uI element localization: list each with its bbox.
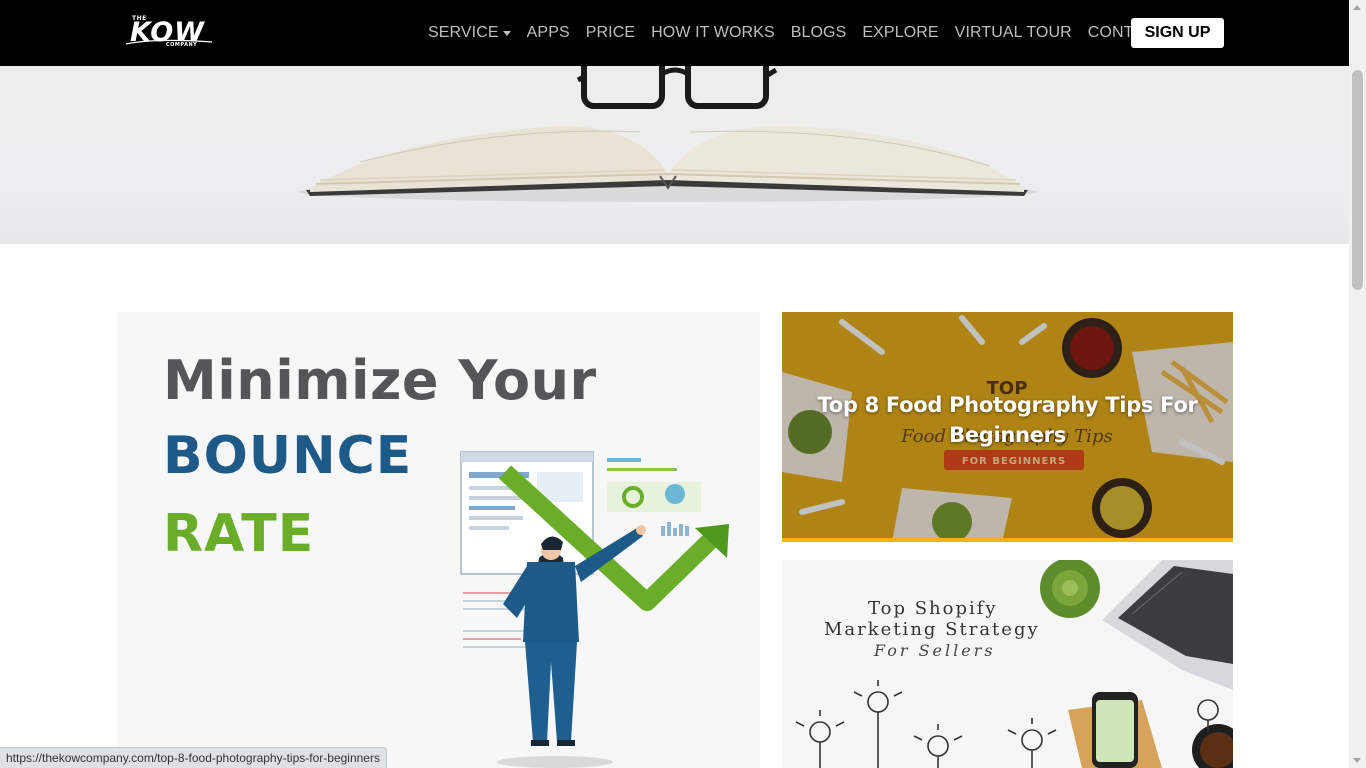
browser-status-url: https://thekowcompany.com/top-8-food-pho… [0,747,387,768]
nav-how-it-works[interactable]: HOW IT WORKS [643,0,783,66]
nav-virtual-tour[interactable]: VIRTUAL TOUR [947,0,1080,66]
scroll-up-arrow-icon[interactable] [1353,5,1361,10]
post-accent-bar [782,538,1233,542]
nav-price[interactable]: PRICE [578,0,643,66]
post-shopify-marketing[interactable]: Top Shopify Marketing Strategy For Selle… [782,560,1233,768]
post-food-photography-title[interactable]: Top 8 Food Photography Tips For Beginner… [812,390,1203,450]
hero-banner [0,66,1349,244]
nav-blogs[interactable]: BLOGS [783,0,855,66]
shopify-marketing-image [782,560,1233,768]
logo-company: COMPANY [166,42,198,48]
nav-explore[interactable]: EXPLORE [854,0,946,66]
shopify-title-line1: Top Shopify [868,598,998,619]
nav-service[interactable]: SERVICE [420,0,519,66]
shopify-title-line2: Marketing Strategy [824,619,1040,640]
page: THE KOW COMPANY SERVICE APPS PRICE HOW I… [0,0,1366,768]
featured-title-line2: BOUNCE [163,426,413,486]
signup-button[interactable]: SIGN UP [1131,18,1224,48]
chevron-down-icon [502,30,511,36]
nav-apps[interactable]: APPS [519,0,578,66]
scrollbar-thumb[interactable] [1352,70,1363,290]
featured-title-line1: Minimize Your [163,349,597,412]
analytics-man-illustration [460,451,729,768]
kow-company-logo[interactable]: THE KOW COMPANY [124,12,216,52]
nav-service-label: SERVICE [428,24,499,41]
scroll-down-arrow-icon[interactable] [1353,758,1361,763]
open-book-with-glasses-image [298,66,1038,202]
nav-links: SERVICE APPS PRICE HOW IT WORKS BLOGS EX… [420,0,1173,66]
post-food-photography[interactable]: TOP Food Photography Tips FOR BEGINNERS … [782,312,1233,542]
vertical-scrollbar[interactable] [1349,0,1366,768]
shopify-title-line3: For Sellers [874,641,996,660]
featured-title-line3: RATE [163,504,315,564]
navbar: THE KOW COMPANY SERVICE APPS PRICE HOW I… [0,0,1349,66]
featured-post-bounce-rate[interactable]: Minimize Your BOUNCE RATE [117,312,760,768]
